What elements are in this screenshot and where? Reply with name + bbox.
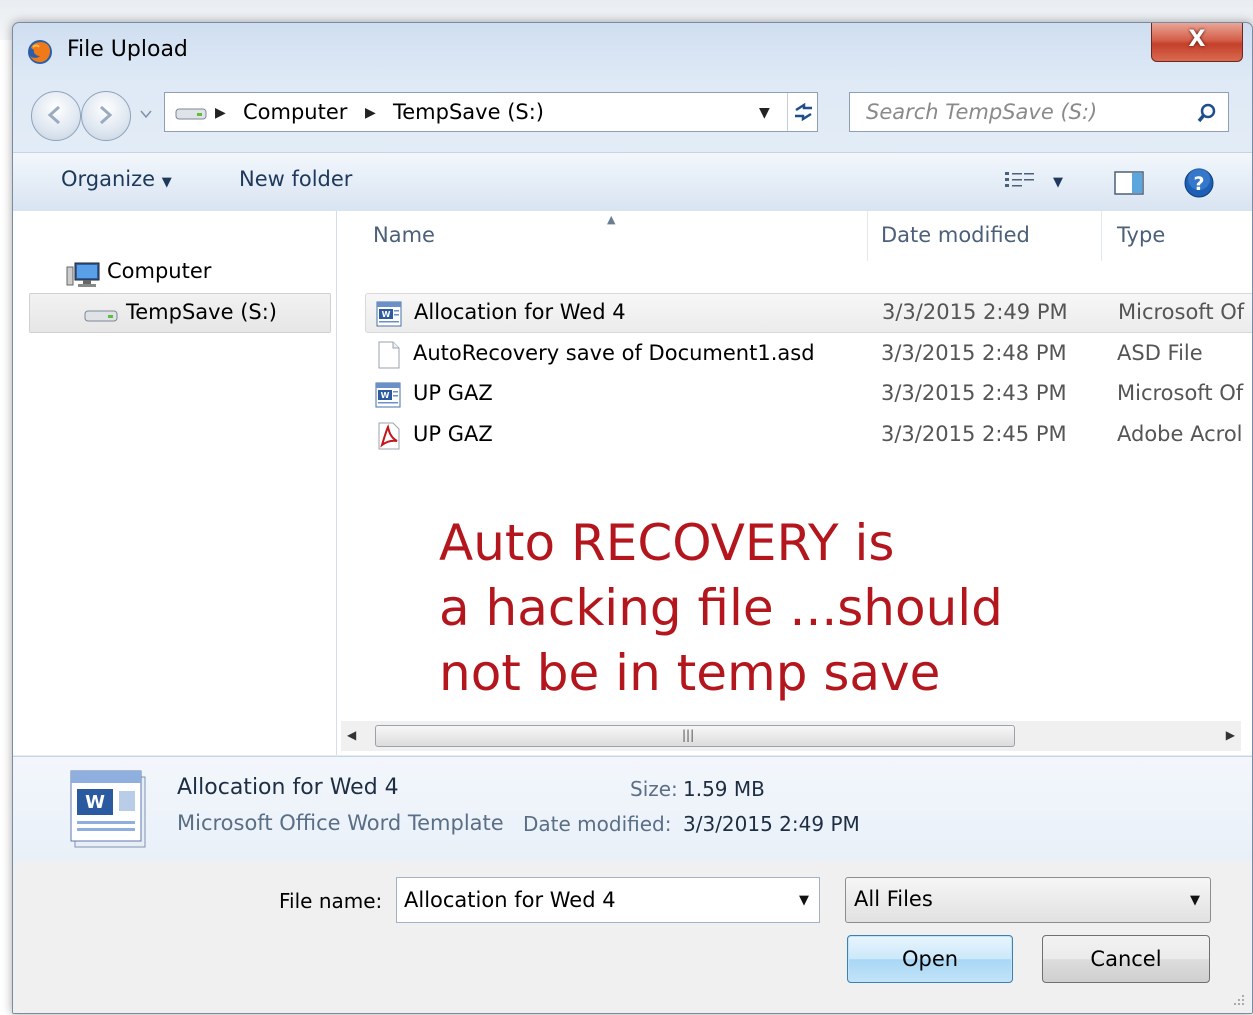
open-button[interactable]: Open: [847, 935, 1013, 983]
svg-text:?: ?: [1193, 173, 1204, 195]
red-annotation-text: Auto RECOVERY is a hacking file ...shoul…: [439, 511, 1079, 706]
file-row[interactable]: UP GAZ 3/3/2015 2:45 PM Adobe Acrol: [365, 416, 1252, 456]
drive-icon: [84, 310, 118, 322]
word-template-icon: W: [375, 382, 401, 408]
computer-icon: [66, 262, 100, 287]
file-type: Microsoft Of: [1117, 381, 1244, 405]
forward-arrow-icon: [100, 105, 113, 125]
sort-ascending-icon: ▲: [607, 213, 616, 226]
file-name: Allocation for Wed 4: [414, 300, 626, 324]
scroll-right-icon[interactable]: ▶: [1226, 728, 1235, 742]
date-modified-value: 3/3/2015 2:49 PM: [683, 812, 860, 836]
breadcrumb-separator-icon[interactable]: ▶: [215, 105, 226, 121]
date-modified-label: Date modified:: [523, 812, 672, 836]
change-view-icon[interactable]: [1003, 169, 1037, 195]
chevron-down-icon[interactable]: ▼: [799, 893, 809, 908]
file-name: UP GAZ: [413, 422, 493, 446]
column-header-date-modified[interactable]: Date modified: [881, 223, 1030, 247]
forward-button[interactable]: [81, 91, 131, 141]
grip-icon: |||: [682, 728, 695, 742]
new-folder-button[interactable]: New folder: [239, 167, 352, 191]
chevron-down-icon: ▼: [161, 175, 172, 190]
preview-pane-icon[interactable]: [1113, 169, 1145, 197]
view-options-dropdown-icon[interactable]: ▼: [1053, 175, 1063, 190]
refresh-icon: [795, 102, 812, 122]
pdf-file-icon: [378, 422, 400, 450]
file-name-combobox[interactable]: Allocation for Wed 4 ▼: [396, 877, 820, 923]
scrollbar-thumb[interactable]: |||: [375, 725, 1015, 747]
annotation-line: not be in temp save: [439, 644, 941, 702]
help-icon[interactable]: ?: [1183, 167, 1215, 199]
breadcrumb-tempsave[interactable]: TempSave (S:): [393, 100, 544, 124]
nav-item-tempsave[interactable]: TempSave (S:): [29, 293, 331, 333]
file-type: Microsoft Of: [1118, 300, 1245, 324]
address-bar[interactable]: ▶ Computer ▶ TempSave (S:) ▼: [164, 92, 818, 132]
file-type-value: All Files: [854, 887, 933, 911]
search-input[interactable]: Search TempSave (S:): [866, 100, 1097, 124]
column-header-name[interactable]: Name: [373, 223, 435, 247]
file-row[interactable]: W UP GAZ 3/3/2015 2:43 PM Microsoft Of: [365, 375, 1252, 415]
firefox-icon: [28, 40, 52, 64]
nav-item-tempsave-label: TempSave (S:): [126, 300, 277, 324]
file-name: AutoRecovery save of Document1.asd: [413, 341, 815, 365]
svg-text:W: W: [382, 310, 391, 319]
recent-pages-dropdown-icon[interactable]: [139, 107, 153, 121]
search-box[interactable]: Search TempSave (S:): [849, 92, 1229, 132]
file-type: ASD File: [1117, 341, 1203, 365]
column-header-type[interactable]: Type: [1117, 223, 1165, 247]
scroll-left-icon[interactable]: ◀: [347, 728, 356, 742]
word-template-large-icon: W: [70, 770, 146, 848]
window-title: File Upload: [67, 37, 188, 62]
file-name: UP GAZ: [413, 381, 493, 405]
nav-item-computer[interactable]: Computer: [107, 259, 211, 283]
breadcrumb-computer[interactable]: Computer: [243, 100, 347, 124]
blank-file-icon: [378, 341, 400, 369]
column-divider[interactable]: [867, 211, 868, 261]
back-button[interactable]: [31, 91, 81, 141]
file-row[interactable]: AutoRecovery save of Document1.asd 3/3/2…: [365, 335, 1252, 375]
drive-icon: [175, 108, 207, 120]
breadcrumb-separator-icon[interactable]: ▶: [365, 105, 376, 121]
organize-label: Organize: [61, 167, 156, 191]
svg-text:W: W: [85, 792, 105, 813]
refresh-button[interactable]: [787, 93, 819, 131]
selected-file-name: Allocation for Wed 4: [177, 775, 399, 800]
file-upload-dialog: File Upload X ▶ Computer ▶ TempSave (S:)…: [12, 22, 1253, 1014]
cancel-button[interactable]: Cancel: [1042, 935, 1210, 983]
chevron-down-icon: ▼: [1190, 893, 1200, 908]
horizontal-scrollbar[interactable]: ◀ ||| ▶: [341, 721, 1241, 751]
navigation-pane: Computer TempSave (S:): [13, 211, 337, 755]
close-button[interactable]: X: [1151, 23, 1243, 62]
annotation-line: a hacking file ...should: [439, 579, 1003, 637]
svg-text:W: W: [381, 391, 390, 400]
word-template-icon: W: [376, 301, 402, 327]
file-date: 3/3/2015 2:49 PM: [882, 300, 1068, 324]
file-type-select[interactable]: All Files ▼: [845, 877, 1211, 923]
search-icon[interactable]: [1196, 102, 1218, 124]
file-type: Adobe Acrol: [1117, 422, 1243, 446]
annotation-line: Auto RECOVERY is: [439, 514, 895, 572]
back-arrow-icon: [47, 105, 60, 125]
file-date: 3/3/2015 2:43 PM: [881, 381, 1067, 405]
column-divider[interactable]: [1101, 211, 1102, 261]
details-pane: W Allocation for Wed 4 Microsoft Office …: [13, 756, 1252, 861]
file-selection-area: File name: Allocation for Wed 4 ▼ All Fi…: [13, 861, 1252, 1013]
size-value: 1.59 MB: [683, 777, 765, 801]
title-bar: File Upload X: [13, 23, 1252, 83]
file-name-input[interactable]: Allocation for Wed 4: [404, 888, 616, 912]
column-header-row: ▲ Name Date modified Type: [337, 211, 1252, 261]
file-date: 3/3/2015 2:48 PM: [881, 341, 1067, 365]
organize-button[interactable]: Organize ▼: [61, 167, 172, 191]
file-name-label: File name:: [279, 889, 383, 913]
file-date: 3/3/2015 2:45 PM: [881, 422, 1067, 446]
size-label: Size:: [630, 777, 678, 801]
resize-grip-icon[interactable]: [1232, 993, 1246, 1007]
file-row[interactable]: W Allocation for Wed 4 3/3/2015 2:49 PM …: [365, 293, 1252, 333]
file-list: ▲ Name Date modified Type W Allocation f…: [337, 211, 1252, 755]
selected-file-type: Microsoft Office Word Template: [177, 811, 504, 835]
command-bar: Organize ▼ New folder ▼ ?: [13, 152, 1252, 212]
address-dropdown-icon[interactable]: ▼: [759, 105, 770, 121]
